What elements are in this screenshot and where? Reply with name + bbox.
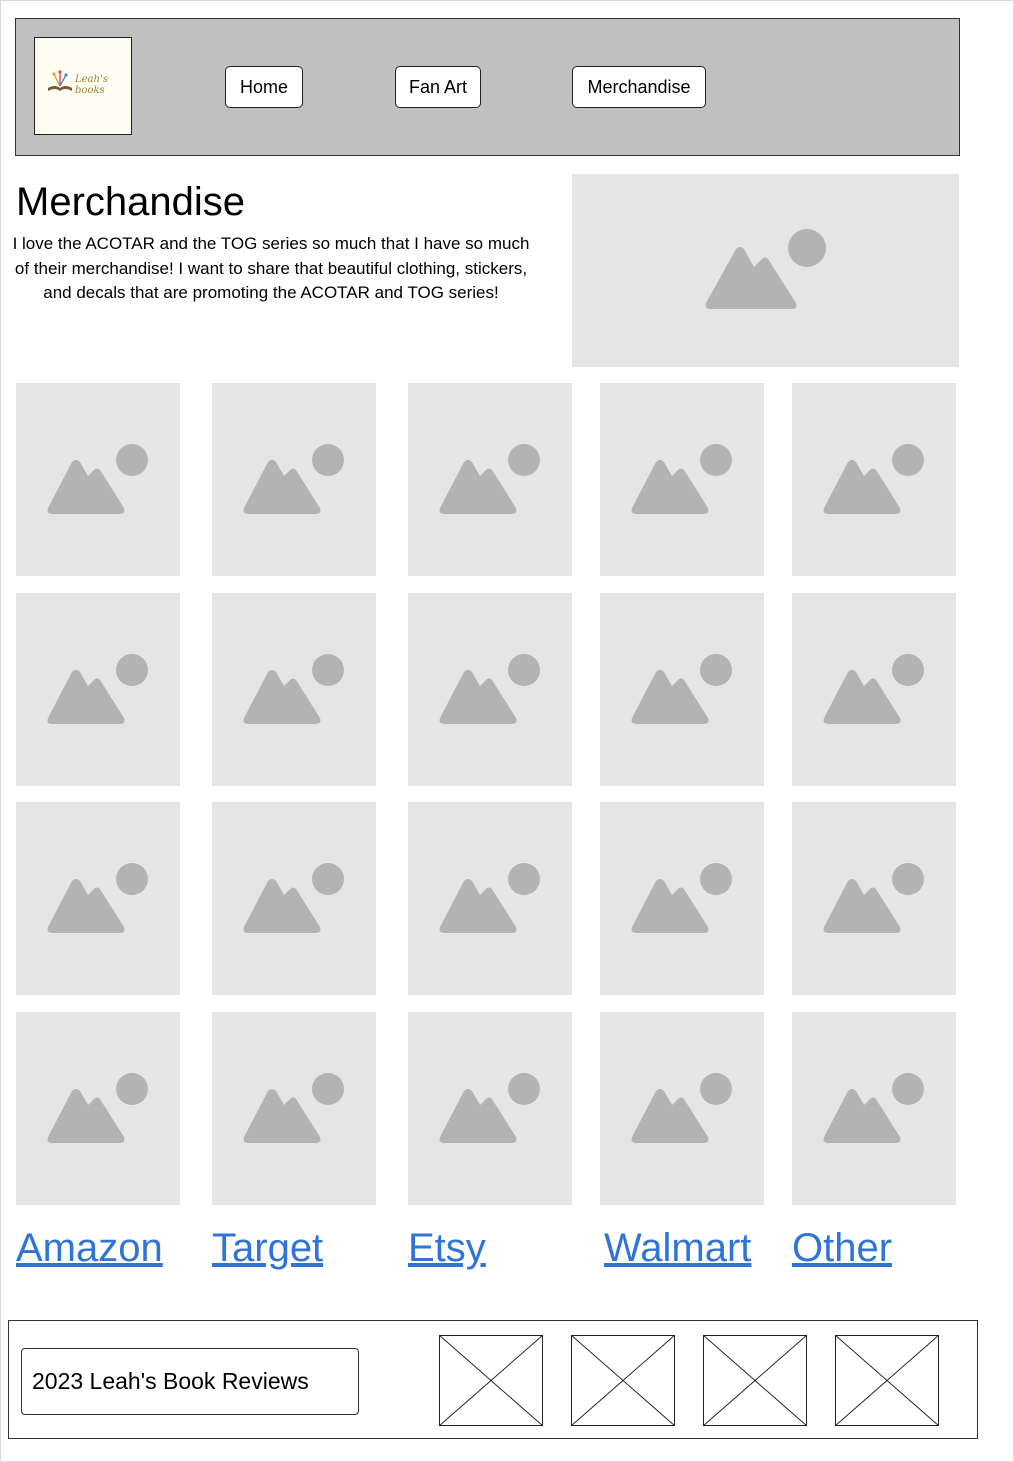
site-footer: 2023 Leah's Book Reviews: [8, 1320, 978, 1439]
product-image[interactable]: [408, 1012, 572, 1205]
image-placeholder-icon: [823, 862, 924, 933]
image-placeholder-icon: [243, 1072, 344, 1143]
site-logo[interactable]: Leah's books: [34, 37, 132, 135]
product-image[interactable]: [408, 593, 572, 786]
shop-link-etsy[interactable]: Etsy: [408, 1226, 486, 1271]
image-placeholder-icon: [439, 862, 540, 933]
image-placeholder-icon: [47, 862, 148, 933]
logo-text: Leah's books: [75, 74, 108, 96]
image-placeholder-icon: [631, 653, 732, 724]
product-image[interactable]: [212, 802, 376, 995]
social-icon-2[interactable]: [571, 1335, 675, 1426]
shop-link-walmart[interactable]: Walmart: [604, 1226, 751, 1271]
product-image[interactable]: [212, 383, 376, 576]
social-icon-3[interactable]: [703, 1335, 807, 1426]
product-image[interactable]: [408, 802, 572, 995]
image-placeholder-icon: [243, 653, 344, 724]
page-title: Merchandise: [16, 180, 246, 224]
product-image[interactable]: [16, 802, 180, 995]
image-placeholder-icon: [631, 443, 732, 514]
image-placeholder-icon: [47, 653, 148, 724]
shop-link-target[interactable]: Target: [212, 1226, 323, 1271]
image-placeholder-icon: [631, 1072, 732, 1143]
hero-image: [572, 174, 959, 367]
product-image[interactable]: [600, 593, 764, 786]
product-image[interactable]: [16, 1012, 180, 1205]
image-placeholder-icon: [439, 443, 540, 514]
product-image[interactable]: [792, 802, 956, 995]
book-logo-icon: [48, 70, 72, 91]
site-header: Leah's books Home Fan Art Merchandise: [15, 18, 960, 156]
image-placeholder-icon: [47, 443, 148, 514]
image-placeholder-icon: [439, 653, 540, 724]
image-placeholder-icon: [705, 228, 826, 309]
shop-link-other[interactable]: Other: [792, 1226, 892, 1271]
product-image[interactable]: [16, 593, 180, 786]
social-icon-1[interactable]: [439, 1335, 543, 1426]
image-placeholder-icon: [631, 862, 732, 933]
product-image[interactable]: [408, 383, 572, 576]
nav-home-button[interactable]: Home: [225, 66, 303, 108]
product-image[interactable]: [792, 1012, 956, 1205]
product-image[interactable]: [600, 802, 764, 995]
product-image[interactable]: [600, 383, 764, 576]
image-placeholder-icon: [243, 443, 344, 514]
image-placeholder-icon: [439, 1072, 540, 1143]
image-placeholder-icon: [47, 1072, 148, 1143]
copyright-text: 2023 Leah's Book Reviews: [21, 1348, 359, 1415]
image-placeholder-icon: [823, 653, 924, 724]
shop-link-amazon[interactable]: Amazon: [16, 1226, 163, 1271]
nav-merchandise-button[interactable]: Merchandise: [572, 66, 706, 108]
image-placeholder-icon: [823, 1072, 924, 1143]
nav-fan-art-button[interactable]: Fan Art: [395, 66, 481, 108]
product-image[interactable]: [600, 1012, 764, 1205]
product-image[interactable]: [212, 593, 376, 786]
intro-text: I love the ACOTAR and the TOG series so …: [12, 234, 530, 302]
image-placeholder-icon: [823, 443, 924, 514]
product-image[interactable]: [16, 383, 180, 576]
product-image[interactable]: [792, 593, 956, 786]
image-placeholder-icon: [243, 862, 344, 933]
product-image[interactable]: [792, 383, 956, 576]
logo-text-line2: books: [75, 85, 105, 96]
logo-text-line1: Leah's: [75, 74, 108, 85]
social-icon-4[interactable]: [835, 1335, 939, 1426]
product-image[interactable]: [212, 1012, 376, 1205]
